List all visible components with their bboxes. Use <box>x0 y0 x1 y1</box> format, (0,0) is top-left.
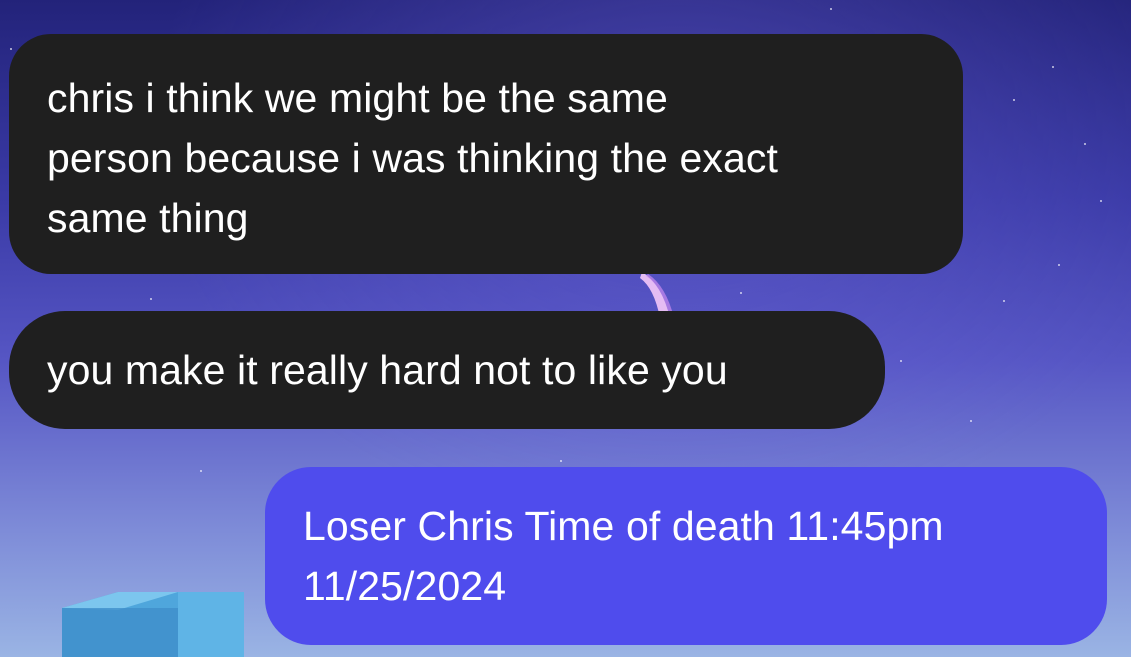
message-text: chris i think we might be the same perso… <box>47 75 778 241</box>
wallpaper-cube <box>62 592 244 657</box>
star <box>1052 66 1054 68</box>
star <box>740 292 742 294</box>
star <box>150 298 152 300</box>
message-bubble-sent[interactable]: Loser Chris Time of death 11:45pm 11/25/… <box>265 467 1107 645</box>
star <box>200 470 202 472</box>
star <box>10 48 12 50</box>
star <box>560 460 562 462</box>
star <box>1013 99 1015 101</box>
message-bubble-received[interactable]: chris i think we might be the same perso… <box>9 34 963 274</box>
star <box>900 360 902 362</box>
star <box>1003 300 1005 302</box>
message-text: you make it really hard not to like you <box>47 347 728 393</box>
star <box>1058 264 1060 266</box>
star <box>970 420 972 422</box>
star <box>830 8 832 10</box>
star <box>1100 200 1102 202</box>
star <box>1084 143 1086 145</box>
message-bubble-received[interactable]: you make it really hard not to like you <box>9 311 885 429</box>
message-text: Loser Chris Time of death 11:45pm 11/25/… <box>303 503 944 609</box>
